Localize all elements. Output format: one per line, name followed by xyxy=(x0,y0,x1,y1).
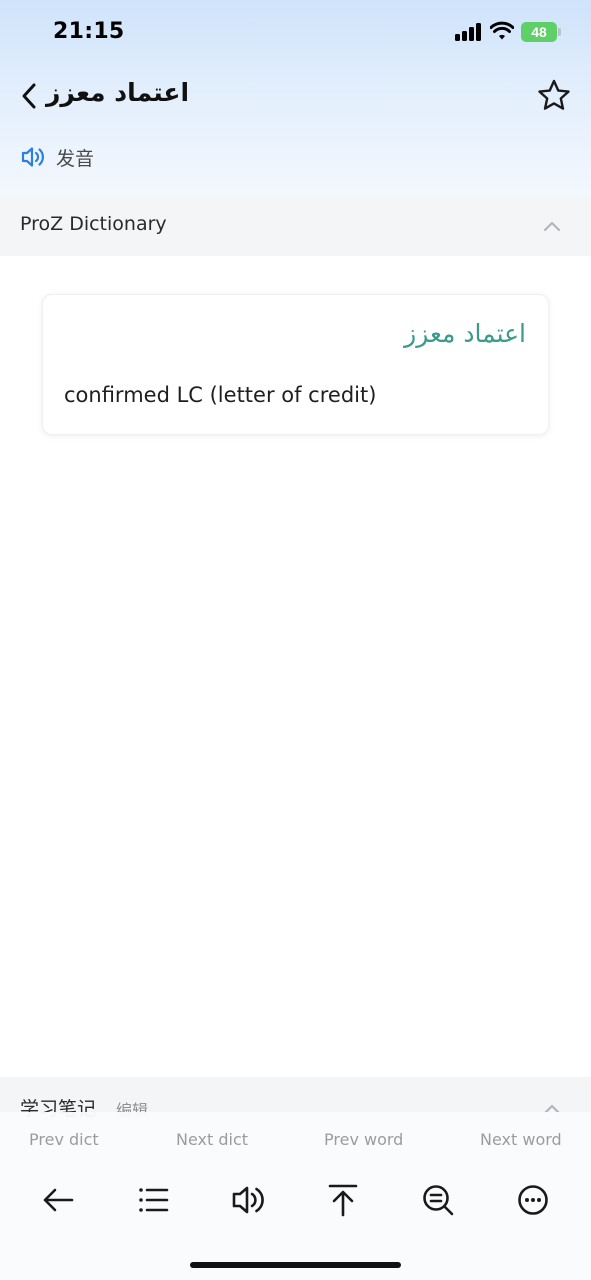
star-outline-icon xyxy=(538,79,570,110)
status-time: 21:15 xyxy=(53,19,125,44)
entry-definition: confirmed LC (letter of credit) xyxy=(64,383,377,407)
dictionary-section-header[interactable]: ProZ Dictionary xyxy=(0,196,591,256)
back-button[interactable] xyxy=(14,78,44,114)
word-title: اعتماد معزز xyxy=(46,78,190,107)
pronunciation-label: 发音 xyxy=(56,147,95,170)
prev-dict-button[interactable]: Prev dict xyxy=(29,1130,99,1149)
home-indicator[interactable] xyxy=(190,1262,401,1268)
prev-word-button[interactable]: Prev word xyxy=(324,1130,403,1149)
battery-icon: 48 xyxy=(521,22,561,42)
bottom-toolbar: Prev dict Next dict Prev word Next word xyxy=(0,1112,591,1280)
battery-level: 48 xyxy=(521,22,557,42)
wifi-icon xyxy=(490,21,514,40)
list-icon[interactable] xyxy=(135,1182,171,1218)
chevron-left-icon xyxy=(22,83,36,109)
next-word-button[interactable]: Next word xyxy=(480,1130,562,1149)
search-in-page-icon[interactable] xyxy=(420,1182,456,1218)
chevron-up-icon[interactable] xyxy=(542,220,562,232)
status-bar: 21:15 48 xyxy=(0,0,591,64)
scroll-to-top-icon[interactable] xyxy=(325,1182,361,1218)
dictionary-section-title: ProZ Dictionary xyxy=(20,213,167,235)
cellular-signal-icon xyxy=(455,23,483,41)
speaker-icon[interactable] xyxy=(230,1182,266,1218)
speaker-icon xyxy=(21,147,44,167)
arrow-left-icon[interactable] xyxy=(40,1182,76,1218)
more-icon[interactable] xyxy=(515,1182,551,1218)
favorite-button[interactable] xyxy=(535,77,573,115)
dictionary-entry-card: اعتماد معزز confirmed LC (letter of cred… xyxy=(42,294,549,435)
entry-term: اعتماد معزز xyxy=(404,319,526,348)
next-dict-button[interactable]: Next dict xyxy=(176,1130,248,1149)
pronunciation-button[interactable]: 发音 xyxy=(20,142,94,172)
